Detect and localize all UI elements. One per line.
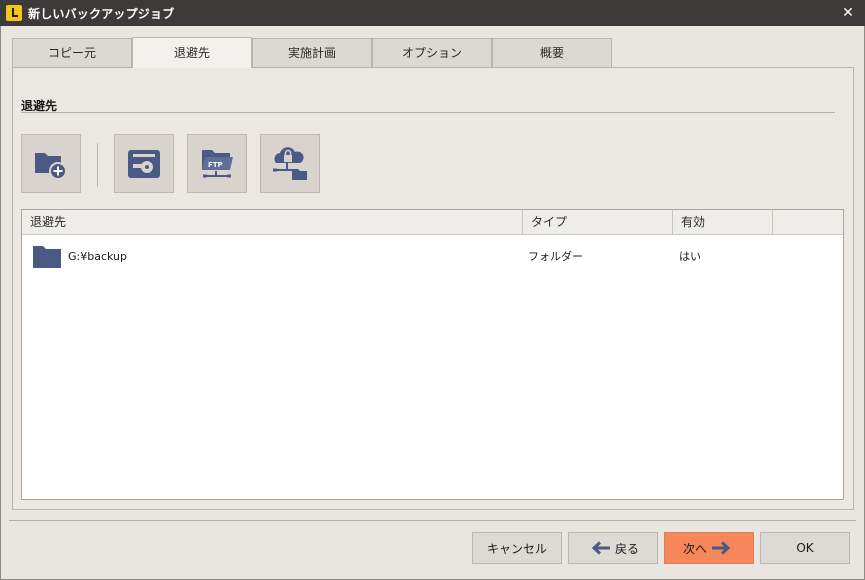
add-folder-destination-button[interactable] bbox=[21, 134, 81, 193]
destination-list[interactable]: 退避先 タイプ 有効 G:¥backup フォルダー はい bbox=[21, 209, 844, 500]
ok-button[interactable]: OK bbox=[760, 532, 850, 564]
column-header-destination[interactable]: 退避先 bbox=[22, 210, 523, 235]
tab-summary[interactable]: 概要 bbox=[492, 38, 612, 68]
destination-type: フォルダー bbox=[528, 250, 583, 263]
column-header-enabled[interactable]: 有効 bbox=[673, 210, 773, 235]
toolbar-separator bbox=[97, 143, 98, 187]
tab-options[interactable]: オプション bbox=[372, 38, 492, 68]
column-header-type[interactable]: タイプ bbox=[523, 210, 673, 235]
folder-plus-icon bbox=[35, 152, 67, 180]
next-button-label: 次へ bbox=[682, 541, 707, 556]
tab-schedule[interactable]: 実施計画 bbox=[252, 38, 372, 68]
tab-destination[interactable]: 退避先 bbox=[132, 37, 252, 68]
ftp-folder-icon: FTP bbox=[202, 149, 233, 177]
arrow-left-icon bbox=[591, 541, 610, 555]
tab-bar: コピー元 退避先 実施計画 オプション 概要 bbox=[12, 37, 612, 68]
ok-button-label: OK bbox=[796, 541, 814, 555]
folder-icon bbox=[33, 246, 61, 268]
window-title: 新しいバックアップジョブ bbox=[28, 6, 175, 21]
cancel-button-label: キャンセル bbox=[486, 541, 547, 556]
column-header-empty bbox=[773, 210, 843, 235]
add-ftp-destination-button[interactable]: FTP bbox=[187, 134, 247, 193]
title-bar: 新しいバックアップジョブ ✕ bbox=[0, 0, 865, 26]
close-button[interactable]: ✕ bbox=[837, 3, 859, 23]
tab-source[interactable]: コピー元 bbox=[12, 38, 132, 68]
footer-divider bbox=[9, 520, 856, 521]
destination-enabled: はい bbox=[679, 250, 701, 263]
add-cloud-destination-button[interactable] bbox=[260, 134, 320, 193]
back-button[interactable]: 戻る bbox=[568, 532, 658, 564]
cloud-lock-icon bbox=[273, 146, 307, 180]
cancel-button[interactable]: キャンセル bbox=[472, 532, 562, 564]
section-divider bbox=[21, 112, 835, 113]
app-logo-icon bbox=[6, 5, 22, 21]
arrow-right-icon bbox=[712, 541, 731, 555]
disk-drive-icon bbox=[128, 149, 160, 178]
svg-text:FTP: FTP bbox=[208, 161, 223, 169]
destination-path: G:¥backup bbox=[68, 250, 127, 263]
back-button-label: 戻る bbox=[614, 541, 639, 556]
table-row[interactable]: G:¥backup フォルダー はい bbox=[22, 240, 843, 274]
next-button[interactable]: 次へ bbox=[664, 532, 754, 564]
add-drive-destination-button[interactable] bbox=[114, 134, 174, 193]
list-header: 退避先 タイプ 有効 bbox=[22, 210, 843, 235]
